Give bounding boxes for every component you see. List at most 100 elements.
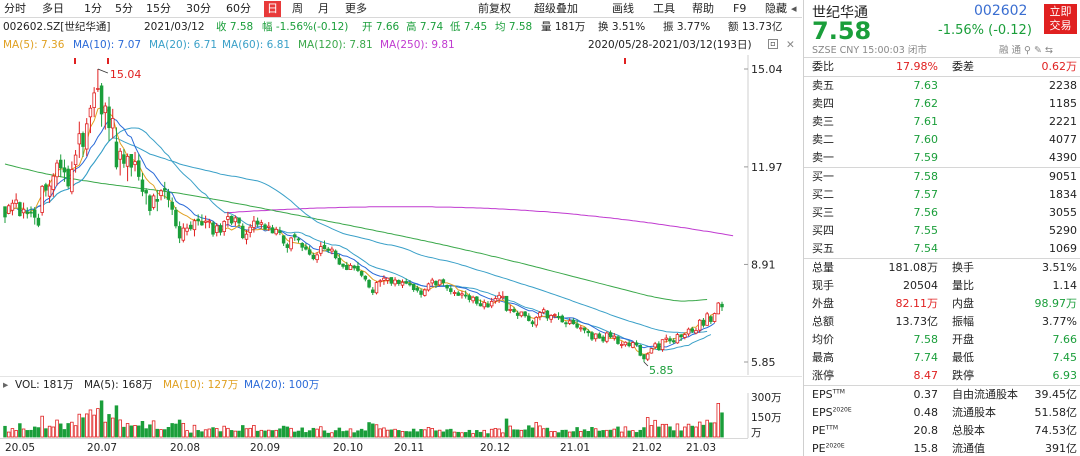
stat-value: 7.74 (913, 351, 939, 364)
candle (404, 281, 408, 284)
tab-60min[interactable]: 60分 (226, 2, 251, 16)
fin-label: 流通值 (952, 442, 985, 455)
candle (326, 248, 330, 251)
window-icon[interactable]: ▫ (768, 39, 778, 49)
volume-bar (590, 427, 594, 438)
tools-button[interactable]: 工具 (653, 2, 675, 16)
volume-bar (579, 431, 583, 438)
weicha-label: 委差 (952, 60, 974, 73)
candle (177, 226, 182, 239)
candle (233, 217, 238, 223)
candle (382, 277, 386, 281)
tab-multi-day[interactable]: 多日 (42, 2, 64, 16)
f9-button[interactable]: F9 (733, 2, 746, 16)
settings-icon[interactable]: ✕ (786, 37, 795, 54)
ask-price: 7.62 (913, 97, 939, 110)
candle (397, 279, 401, 284)
candle (114, 141, 119, 168)
bid-volume: 5290 (1049, 224, 1077, 237)
ma20-line (4, 127, 712, 351)
info-open: 开 7.66 (362, 21, 400, 33)
volume-expand-icon[interactable]: ▸ (3, 377, 8, 394)
tab-more[interactable]: 更多 (345, 2, 367, 16)
bid-label: 买四 (812, 224, 834, 237)
vol-label: VOL: 181万 (15, 379, 74, 391)
forward-adjust-button[interactable]: 前复权 (478, 2, 511, 16)
volume-bar (21, 428, 26, 438)
quote-tool-icons[interactable]: 融 通 ⚲ ✎ ⇆ (999, 42, 1053, 56)
volume-bar (218, 431, 223, 438)
weibi-label: 委比 (812, 60, 834, 73)
tab-fenshi[interactable]: 分时 (4, 2, 26, 16)
help-button[interactable]: 帮助 (692, 2, 714, 16)
candle (255, 220, 260, 225)
volume-bar (515, 429, 520, 438)
hide-button[interactable]: 隐藏 (765, 2, 787, 16)
candle (538, 312, 542, 318)
volume-bar (553, 431, 557, 438)
ask-row: 卖五 7.63 2238 (804, 77, 1080, 95)
date-range: 2020/05/28-2021/03/12(193日) (588, 39, 752, 51)
candle (567, 320, 572, 324)
tab-5min[interactable]: 5分 (115, 2, 133, 16)
candle (627, 342, 631, 347)
volume-chart[interactable]: 300万 150万万 (0, 393, 802, 438)
volume-bar (47, 425, 52, 438)
volume-bar (582, 429, 587, 438)
bid-row: 买二 7.57 1834 (804, 186, 1080, 204)
candle (278, 230, 282, 233)
candle (88, 107, 93, 118)
volume-bar (441, 431, 446, 438)
volume-bar (207, 428, 212, 438)
tab-daily[interactable]: 日 (264, 1, 281, 17)
bid-volume: 9051 (1049, 170, 1077, 183)
stat-value: 82.11万 (895, 297, 939, 310)
candle (515, 312, 520, 316)
volume-bar (363, 430, 368, 438)
volume-bar (92, 414, 96, 438)
trade-now-button[interactable]: 立即 交易 (1044, 4, 1077, 34)
volume-bar (10, 428, 15, 438)
volume-bar (29, 429, 33, 438)
candlestick-chart[interactable]: 15.04 11.97 8.91 5.85 15.04 5.85 (0, 55, 802, 375)
volume-bar (315, 428, 319, 438)
ask-volume: 2238 (1049, 79, 1077, 92)
tab-1min[interactable]: 1分 (84, 2, 102, 16)
candle (716, 302, 721, 315)
bid-row: 买四 7.55 5290 (804, 222, 1080, 240)
volume-bar (389, 429, 394, 438)
ma20-label: MA(20): 6.71 (149, 39, 218, 51)
volume-bar (408, 431, 412, 438)
stat-row: 外盘 82.11万 内盘 98.97万 (804, 295, 1080, 313)
candle (445, 285, 449, 289)
candle (92, 92, 96, 108)
volume-bar (155, 428, 160, 438)
candle (493, 298, 498, 302)
tab-30min[interactable]: 30分 (186, 2, 211, 16)
candle (523, 311, 527, 317)
volume-bar (274, 429, 278, 438)
bid-price: 7.56 (913, 206, 939, 219)
bid-price: 7.58 (913, 170, 939, 183)
draw-line-button[interactable]: 画线 (612, 2, 634, 16)
candle (125, 155, 130, 167)
fin-label: PE2020E (812, 442, 845, 455)
candle (281, 235, 286, 244)
candle (385, 277, 390, 281)
fin-value: 39.45亿 (1034, 388, 1078, 401)
candle (84, 123, 89, 150)
tab-monthly[interactable]: 月 (318, 2, 329, 16)
volume-bar (571, 431, 576, 438)
volume-bar (14, 430, 18, 438)
volume-bar (51, 426, 56, 438)
volume-bar (300, 427, 304, 438)
stat-label: 均价 (812, 333, 834, 346)
tab-weekly[interactable]: 周 (292, 2, 303, 16)
super-overlay-button[interactable]: 超级叠加 (534, 2, 578, 16)
ma60-label: MA(60): 6.81 (222, 39, 291, 51)
stock-code-name: 002602.SZ[世纪华通] (3, 21, 111, 33)
volume-bar (322, 430, 327, 438)
collapse-arrow-icon[interactable]: ◂ (791, 2, 797, 16)
candle (426, 283, 431, 291)
tab-15min[interactable]: 15分 (146, 2, 171, 16)
